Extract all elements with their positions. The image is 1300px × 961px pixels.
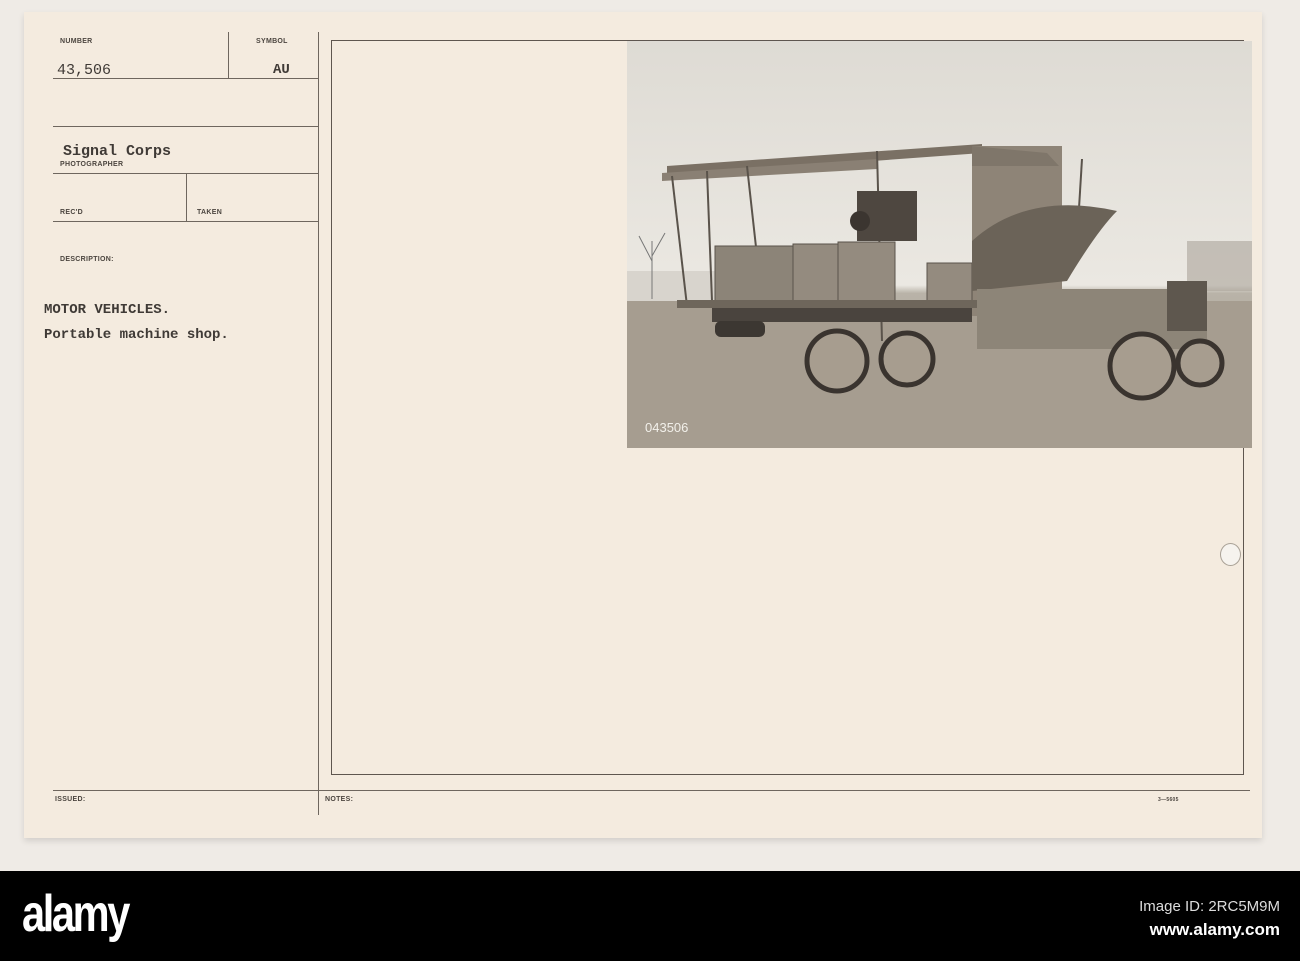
notes-label: NOTES: (325, 796, 354, 803)
form-number: 3—5605 (1158, 797, 1179, 803)
alamy-logo: alamy (22, 885, 130, 943)
number-value: 43,506 (57, 62, 112, 79)
taken-label: TAKEN (197, 209, 223, 216)
divider (53, 221, 319, 222)
truck-image: 043506 (627, 41, 1252, 448)
description-line-1: MOTOR VEHICLES. (44, 302, 171, 318)
number-label: NUMBER (60, 38, 93, 45)
divider (228, 32, 229, 78)
divider (186, 173, 187, 221)
site-url[interactable]: www.alamy.com (1150, 920, 1280, 940)
recd-label: REC'D (60, 209, 83, 216)
divider (53, 126, 319, 127)
watermark-footer (0, 871, 1300, 961)
symbol-value: AU (273, 62, 290, 78)
punch-hole (1220, 543, 1241, 566)
issued-label: ISSUED: (55, 796, 86, 803)
symbol-label: SYMBOL (256, 38, 288, 45)
image-id: Image ID: 2RC5M9M (1139, 898, 1280, 915)
negative-number: 043506 (645, 420, 688, 435)
photographer-value: Signal Corps (63, 143, 172, 160)
truck-photograph: 043506 (627, 41, 1252, 448)
divider (53, 790, 1250, 791)
divider (53, 78, 319, 79)
column-divider (318, 32, 319, 815)
description-line-2: Portable machine shop. (44, 327, 229, 343)
description-label: DESCRIPTION: (60, 256, 114, 263)
photographer-label: PHOTOGRAPHER (60, 161, 124, 168)
